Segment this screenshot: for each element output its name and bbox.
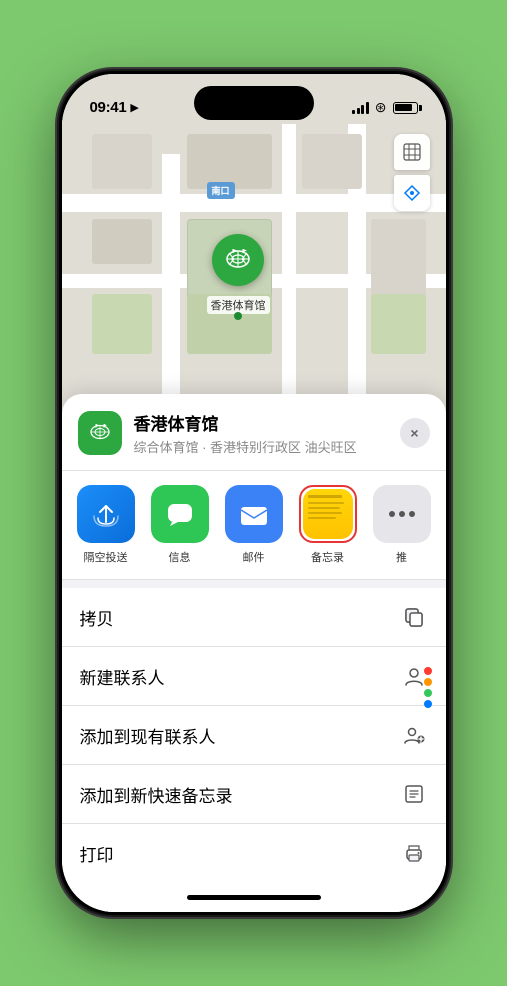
pin-dot xyxy=(234,312,242,320)
phone-frame: 09:41 ▶ ⊛ xyxy=(59,71,449,915)
print-label: 打印 xyxy=(80,841,114,866)
status-icons: ⊛ xyxy=(352,99,417,116)
mail-label: 邮件 xyxy=(243,549,265,565)
airdrop-label: 隔空投送 xyxy=(84,549,128,565)
action-add-existing[interactable]: 添加到现有联系人 xyxy=(62,706,446,765)
phone-inner: 09:41 ▶ ⊛ xyxy=(62,74,446,912)
map-controls xyxy=(394,134,430,211)
add-existing-label: 添加到现有联系人 xyxy=(80,723,216,748)
venue-name: 香港体育馆 xyxy=(134,410,388,435)
quick-note-label: 添加到新快速备忘录 xyxy=(80,782,233,807)
road-horizontal-1 xyxy=(62,194,446,212)
building-5 xyxy=(371,219,426,299)
action-quick-note[interactable]: 添加到新快速备忘录 xyxy=(62,765,446,824)
green-area-1 xyxy=(92,294,152,354)
airdrop-icon-wrap xyxy=(77,485,135,543)
exit-label: 南口 xyxy=(207,182,235,199)
dynamic-island xyxy=(194,86,314,120)
signal-icon xyxy=(352,102,369,114)
add-existing-icon xyxy=(400,721,428,749)
map-type-icon xyxy=(402,142,422,162)
notes-label: 备忘录 xyxy=(311,549,344,565)
notes-icon-inner xyxy=(303,489,353,539)
location-icon xyxy=(403,184,421,202)
share-mail[interactable]: 邮件 xyxy=(222,485,286,565)
venue-description: 综合体育馆 · 香港特别行政区 油尖旺区 xyxy=(134,437,388,456)
close-icon: × xyxy=(410,425,418,441)
close-button[interactable]: × xyxy=(400,418,430,448)
stadium-pin: 香港体育馆 xyxy=(207,234,270,314)
map-type-button[interactable] xyxy=(394,134,430,170)
action-print[interactable]: 打印 xyxy=(62,824,446,882)
more-label: 推 xyxy=(396,549,407,565)
print-icon xyxy=(400,839,428,867)
messages-icon-wrap xyxy=(151,485,209,543)
location-arrow-icon: ▶ xyxy=(130,101,138,114)
share-messages[interactable]: 信息 xyxy=(148,485,212,565)
quick-note-icon xyxy=(400,780,428,808)
action-new-contact[interactable]: 新建联系人 xyxy=(62,647,446,706)
copy-label: 拷贝 xyxy=(80,605,114,630)
location-button[interactable] xyxy=(394,175,430,211)
share-notes[interactable]: 备忘录 xyxy=(296,485,360,565)
building-2 xyxy=(187,134,272,189)
action-list: 拷贝 新建联系人 xyxy=(62,588,446,882)
battery-icon xyxy=(393,102,418,114)
messages-label: 信息 xyxy=(169,549,191,565)
stadium-icon xyxy=(221,243,255,277)
notes-icon-wrap xyxy=(299,485,357,543)
share-more[interactable]: 推 xyxy=(370,485,434,565)
action-copy[interactable]: 拷贝 xyxy=(62,588,446,647)
building-3 xyxy=(302,134,362,189)
home-indicator-area xyxy=(62,882,446,912)
green-area-3 xyxy=(371,294,426,354)
mail-icon-wrap xyxy=(225,485,283,543)
pin-circle xyxy=(212,234,264,286)
venue-info: 香港体育馆 综合体育馆 · 香港特别行政区 油尖旺区 xyxy=(134,410,388,456)
sheet-header: 香港体育馆 综合体育馆 · 香港特别行政区 油尖旺区 × xyxy=(62,394,446,471)
home-indicator xyxy=(187,895,321,900)
wifi-icon: ⊛ xyxy=(375,99,387,116)
building-4 xyxy=(92,219,152,264)
new-contact-label: 新建联系人 xyxy=(80,664,165,689)
venue-icon xyxy=(78,411,122,455)
copy-icon xyxy=(400,603,428,631)
share-airdrop[interactable]: 隔空投送 xyxy=(74,485,138,565)
more-icon-wrap xyxy=(373,485,431,543)
status-time: 09:41 xyxy=(90,99,127,116)
share-row: 隔空投送 信息 xyxy=(62,471,446,580)
bottom-sheet: 香港体育馆 综合体育馆 · 香港特别行政区 油尖旺区 × xyxy=(62,394,446,912)
building-1 xyxy=(92,134,152,189)
